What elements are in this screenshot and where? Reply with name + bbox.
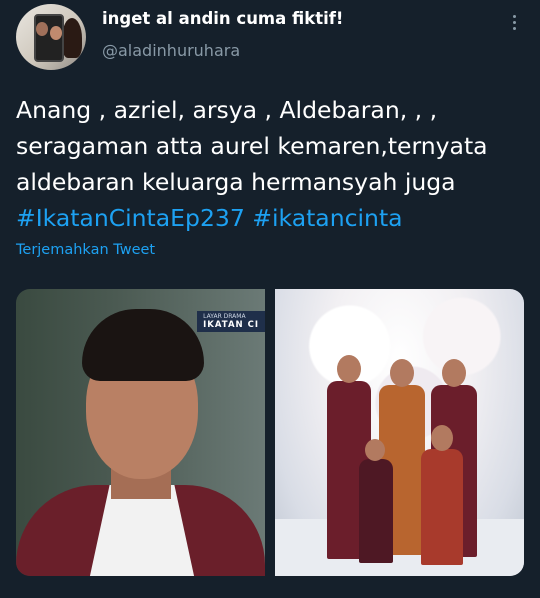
media-image[interactable]: LAYAR DRAMA IKATAN CI bbox=[16, 289, 265, 576]
photo-head bbox=[337, 355, 361, 383]
more-vertical-icon[interactable] bbox=[502, 10, 526, 34]
tweet-text-line: Anang , azriel, arsya , Aldebaran, , , bbox=[16, 96, 438, 124]
photo-head bbox=[442, 359, 466, 387]
photo-child bbox=[359, 459, 393, 563]
author-name[interactable]: inget al andin cuma fiktif! bbox=[102, 9, 343, 28]
hashtag-link[interactable]: #IkatanCintaEp237 bbox=[16, 204, 245, 232]
avatar-hair bbox=[62, 18, 82, 58]
photo-head bbox=[365, 439, 385, 461]
hashtag-link[interactable]: #ikatancinta bbox=[252, 204, 402, 232]
media-grid: LAYAR DRAMA IKATAN CI bbox=[16, 289, 524, 576]
tv-badge: LAYAR DRAMA IKATAN CI bbox=[197, 311, 265, 332]
translate-tweet-link[interactable]: Terjemahkan Tweet bbox=[16, 242, 155, 258]
avatar[interactable] bbox=[16, 4, 86, 70]
photo-head bbox=[390, 359, 414, 387]
photo-head bbox=[431, 425, 453, 451]
tv-badge-bottom: IKATAN CI bbox=[203, 320, 259, 330]
hashtag-line: #IkatanCintaEp237 #ikatancinta bbox=[16, 200, 526, 236]
avatar-face bbox=[36, 22, 48, 36]
photo-hair bbox=[82, 309, 204, 381]
tweet-text-line: aldebaran keluarga hermansyah juga bbox=[16, 168, 456, 196]
author-handle[interactable]: @aladinhuruhara bbox=[102, 41, 240, 60]
tweet-text-line: seragaman atta aurel kemaren,ternyata bbox=[16, 132, 488, 160]
media-image[interactable] bbox=[275, 289, 524, 576]
avatar-face bbox=[50, 26, 62, 40]
tweet-text: Anang , azriel, arsya , Aldebaran, , , s… bbox=[16, 92, 526, 236]
photo-child bbox=[421, 449, 463, 565]
tv-badge-top: LAYAR DRAMA bbox=[203, 313, 246, 320]
